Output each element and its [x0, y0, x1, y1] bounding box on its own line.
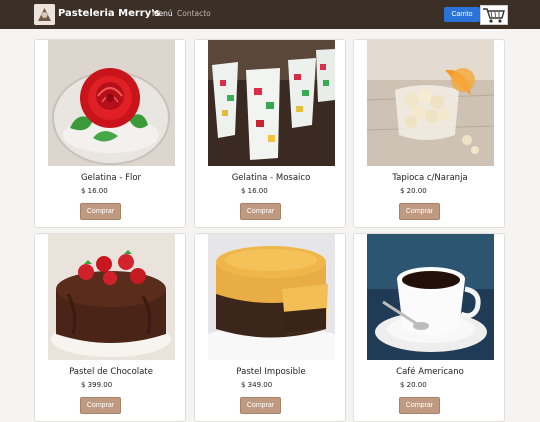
product-card: Gelatina - Mosaico $ 16.00 Comprar [194, 39, 346, 228]
cart-button[interactable]: Carrito [444, 7, 480, 22]
nav-contact-link[interactable]: Contacto [177, 9, 211, 18]
product-name: Pastel Imposible [236, 367, 306, 377]
nav-menu-link[interactable]: Menú [152, 9, 173, 18]
product-price: $ 16.00 [81, 187, 108, 195]
product-name: Gelatina - Flor [80, 173, 142, 183]
product-card: Tapioca c/Naranja $ 20.00 Comprar [353, 39, 505, 228]
navbar: Pasteleria Merry's Menú Contacto Carrito [0, 0, 540, 29]
product-price: $ 16.00 [241, 187, 268, 195]
product-card: Café Americano $ 20.00 Comprar [353, 233, 505, 422]
buy-button[interactable]: Comprar [399, 397, 440, 414]
product-price: $ 399.00 [81, 381, 113, 389]
product-card: Gelatina - Flor $ 16.00 Comprar [34, 39, 186, 228]
product-name: Pastel de Chocolate [69, 367, 153, 377]
shop-logo[interactable] [34, 4, 55, 25]
shopping-cart-icon[interactable] [480, 5, 508, 25]
product-name: Tapioca c/Naranja [392, 173, 468, 183]
buy-button[interactable]: Comprar [80, 397, 121, 414]
buy-button[interactable]: Comprar [240, 397, 281, 414]
product-card: Pastel de Chocolate $ 399.00 Comprar [34, 233, 186, 422]
brand-name[interactable]: Pasteleria Merry's [58, 8, 160, 19]
product-image [208, 234, 335, 360]
buy-button[interactable]: Comprar [240, 203, 281, 220]
buy-button[interactable]: Comprar [80, 203, 121, 220]
product-price: $ 20.00 [400, 381, 427, 389]
product-image [208, 40, 335, 166]
product-image [367, 234, 494, 360]
product-name: Café Americano [396, 367, 464, 377]
product-card: Pastel Imposible $ 349.00 Comprar [194, 233, 346, 422]
product-price: $ 20.00 [400, 187, 427, 195]
product-image [48, 234, 175, 360]
product-image [48, 40, 175, 166]
product-image [367, 40, 494, 166]
product-price: $ 349.00 [241, 381, 273, 389]
product-name: Gelatina - Mosaico [231, 173, 311, 183]
buy-button[interactable]: Comprar [399, 203, 440, 220]
